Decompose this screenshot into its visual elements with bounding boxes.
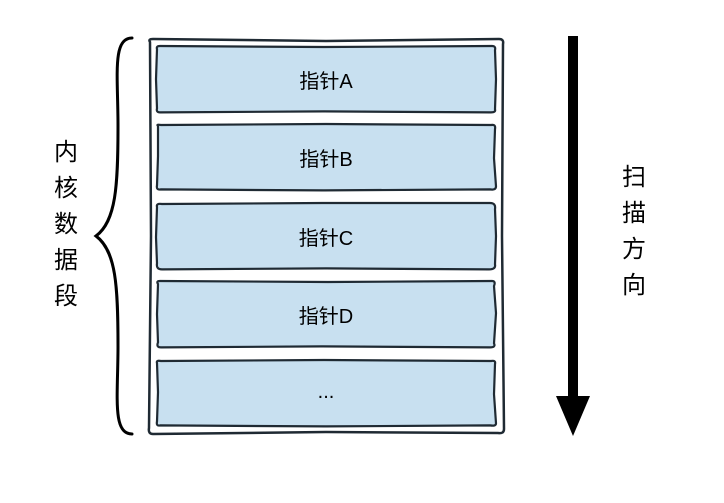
stack-cell: ... <box>154 358 498 428</box>
down-arrow-icon <box>556 36 590 436</box>
stack-cell: 指针B <box>154 122 498 192</box>
right-label: 扫描方向 <box>620 160 648 304</box>
stack-cell: 指针A <box>154 44 498 114</box>
curly-brace-icon <box>92 36 136 436</box>
left-label: 内核数据段 <box>52 135 80 315</box>
stack-cell-label: 指针B <box>299 143 352 172</box>
stack-cell-label: 指针D <box>299 300 353 329</box>
stack-cell-label: 指针A <box>299 65 352 94</box>
stack-cell: 指针D <box>154 279 498 349</box>
diagram-canvas: 内核数据段 指针A 指针B <box>0 0 724 503</box>
stack-cell-label: ... <box>318 381 335 404</box>
pointer-stack: 指针A 指针B 指针C 指针D <box>146 36 506 436</box>
stack-cell-label: 指针C <box>299 222 353 251</box>
stack-cell: 指针C <box>154 201 498 271</box>
